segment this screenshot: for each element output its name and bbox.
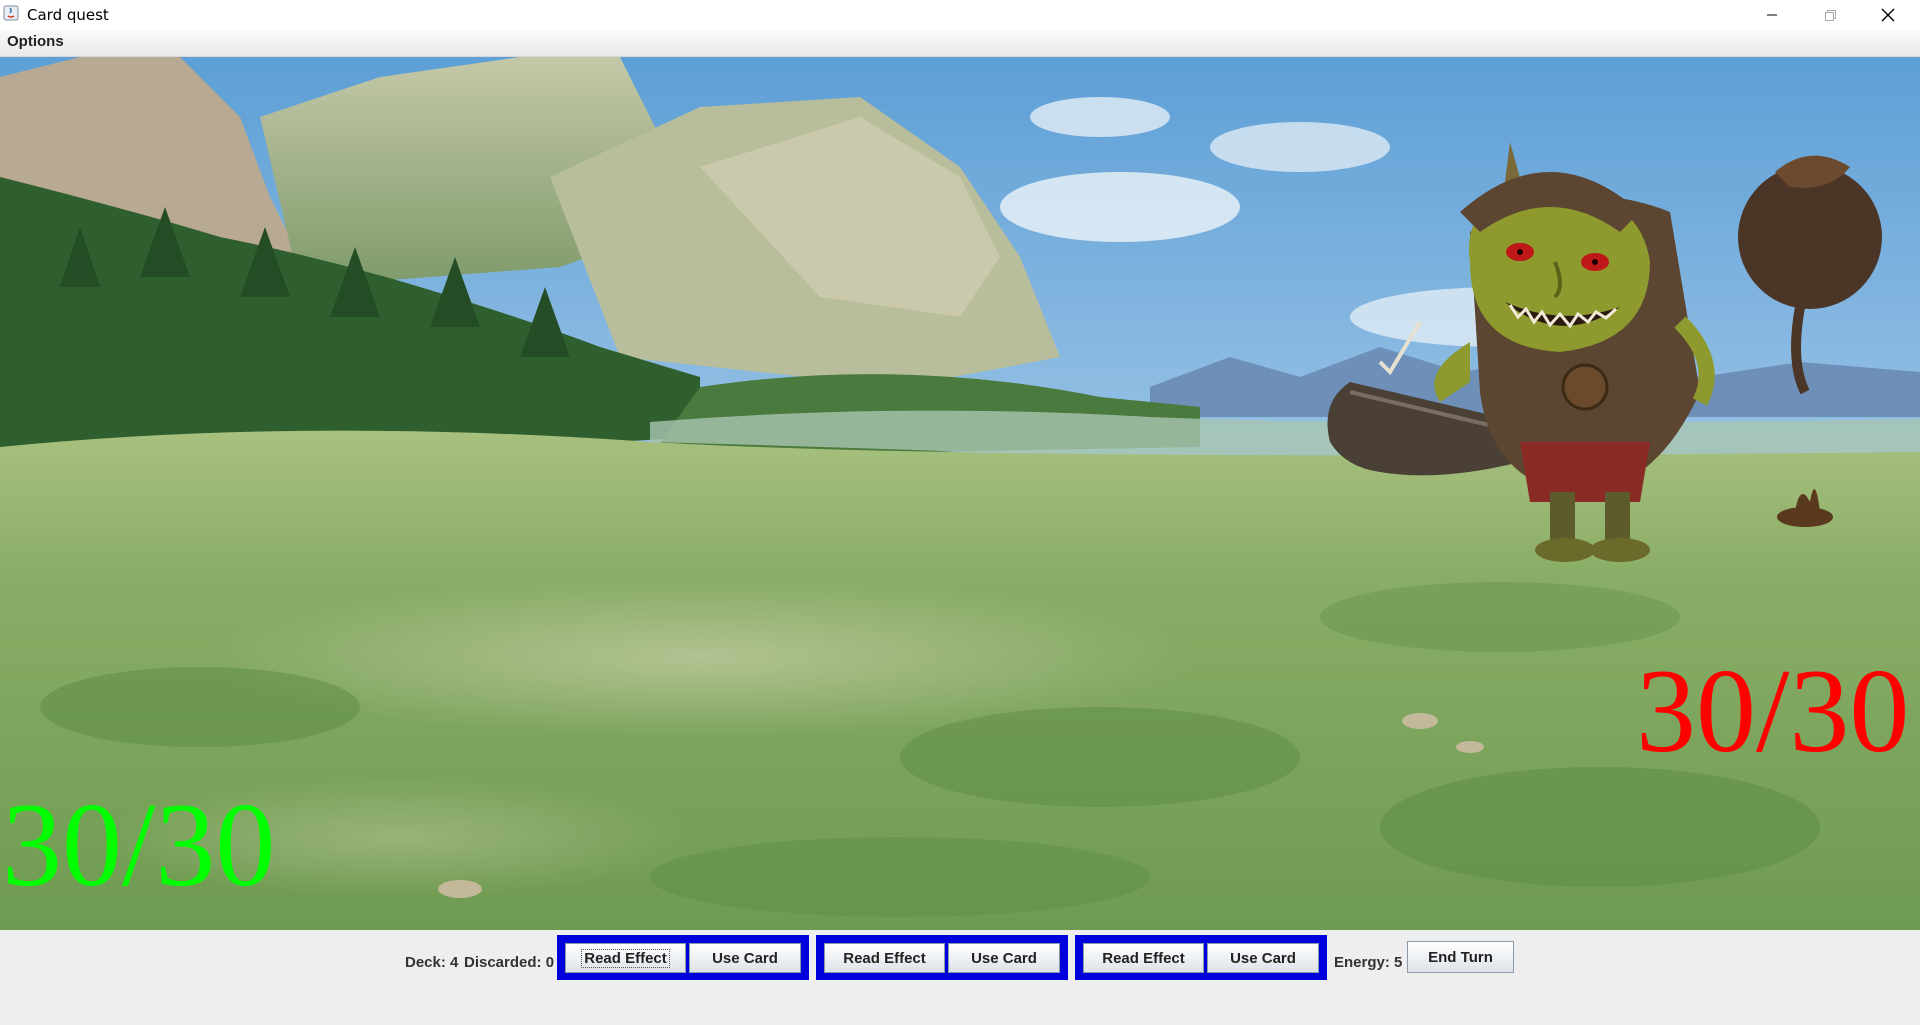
java-app-icon	[3, 5, 19, 21]
minimize-button[interactable]	[1743, 0, 1801, 29]
card-slot-1: Read Effect Use Card	[557, 935, 809, 980]
maximize-button[interactable]	[1801, 0, 1859, 29]
card-slot-2: Read Effect Use Card	[816, 935, 1068, 980]
control-bar: Deck: 4 Discarded: 0 Read Effect Use Car…	[0, 930, 1920, 1025]
deck-count: Deck: 4	[405, 954, 459, 971]
use-card-button[interactable]: Use Card	[1207, 943, 1319, 973]
discarded-count: Discarded: 0	[464, 954, 555, 971]
menu-options[interactable]: Options	[7, 33, 64, 50]
player-health: 30/30	[2, 778, 276, 911]
close-icon	[1881, 8, 1895, 21]
use-card-button[interactable]: Use Card	[689, 943, 801, 973]
read-effect-button[interactable]: Read Effect	[824, 943, 945, 973]
end-turn-button[interactable]: End Turn	[1407, 941, 1514, 973]
read-effect-button[interactable]: Read Effect	[1083, 943, 1204, 973]
goblin-enemy-icon[interactable]	[1320, 62, 1920, 582]
energy-count: Energy: 5	[1334, 954, 1403, 971]
read-effect-label: Read Effect	[581, 948, 670, 968]
read-effect-button[interactable]: Read Effect	[565, 943, 686, 973]
card-slot-3: Read Effect Use Card	[1075, 935, 1327, 980]
title-bar: Card quest	[0, 0, 1920, 29]
menu-bar: Options	[0, 29, 1920, 57]
use-card-button[interactable]: Use Card	[948, 943, 1060, 973]
window-title: Card quest	[27, 6, 109, 24]
restore-icon	[1825, 9, 1836, 21]
minimize-icon	[1767, 14, 1777, 15]
close-button[interactable]	[1859, 0, 1917, 29]
enemy-health: 30/30	[1636, 644, 1910, 777]
battle-scene: 30/30 30/30	[0, 57, 1920, 930]
